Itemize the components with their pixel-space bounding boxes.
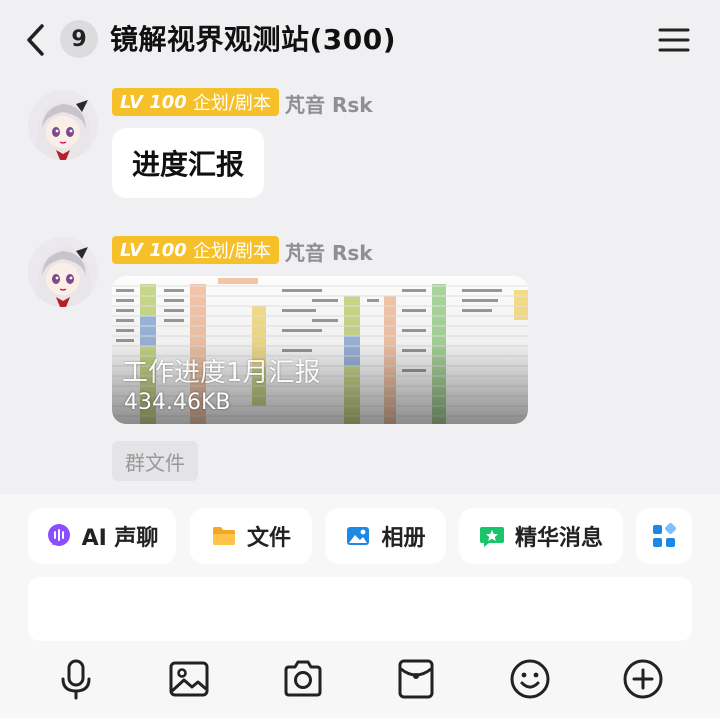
file-size: 434.46KB — [124, 390, 231, 415]
plus-icon[interactable] — [621, 657, 665, 701]
apps-grid-icon — [653, 523, 677, 547]
level-label: LV 100 — [120, 91, 187, 113]
folder-icon — [212, 527, 235, 545]
quick-action-label: 精华消息 — [514, 526, 603, 551]
image-icon[interactable] — [167, 657, 211, 701]
role-label: 企划/剧本 — [192, 93, 271, 114]
quick-action-label: 文件 — [246, 526, 291, 551]
emoji-icon[interactable] — [508, 657, 552, 701]
message-bubble[interactable]: 进度汇报 — [112, 128, 264, 198]
back-arrow-icon[interactable] — [22, 20, 52, 60]
menu-icon[interactable] — [658, 24, 690, 56]
camera-icon[interactable] — [281, 657, 325, 701]
file-button[interactable]: 文件 — [190, 508, 312, 564]
avatar[interactable] — [28, 237, 98, 307]
more-apps-button[interactable] — [636, 508, 692, 564]
chat-header: 9 镜解视界观测站(300) — [0, 0, 720, 80]
message-input[interactable] — [28, 577, 692, 641]
red-packet-icon[interactable] — [394, 657, 438, 701]
level-badge: LV 100 企划/剧本 — [112, 236, 279, 264]
ai-voice-button[interactable]: AI 声聊 — [28, 508, 176, 564]
file-name: 工作进度1月汇报 — [122, 358, 321, 388]
sender-name[interactable]: 芃音 Rsk — [285, 89, 373, 118]
level-badge: LV 100 企划/剧本 — [112, 88, 279, 116]
album-button[interactable]: 相册 — [325, 508, 446, 564]
level-label: LV 100 — [120, 239, 187, 261]
sender-name[interactable]: 芃音 Rsk — [285, 237, 373, 266]
ai-voice-icon — [47, 524, 70, 546]
microphone-icon[interactable] — [54, 657, 98, 701]
group-title[interactable]: 镜解视界观测站(300) — [110, 18, 396, 58]
essence-icon — [479, 527, 504, 547]
quick-action-label: AI 声聊 — [81, 526, 159, 551]
file-preview-card[interactable]: 工作进度1月汇报 434.46KB — [112, 276, 528, 424]
avatar[interactable] — [28, 90, 98, 160]
unread-count-badge[interactable]: 9 — [60, 20, 98, 58]
essence-message-button[interactable]: 精华消息 — [459, 508, 623, 564]
quick-action-label: 相册 — [381, 526, 426, 551]
album-icon — [347, 527, 370, 545]
role-label: 企划/剧本 — [192, 241, 271, 262]
group-file-tag[interactable]: 群文件 — [112, 441, 198, 481]
